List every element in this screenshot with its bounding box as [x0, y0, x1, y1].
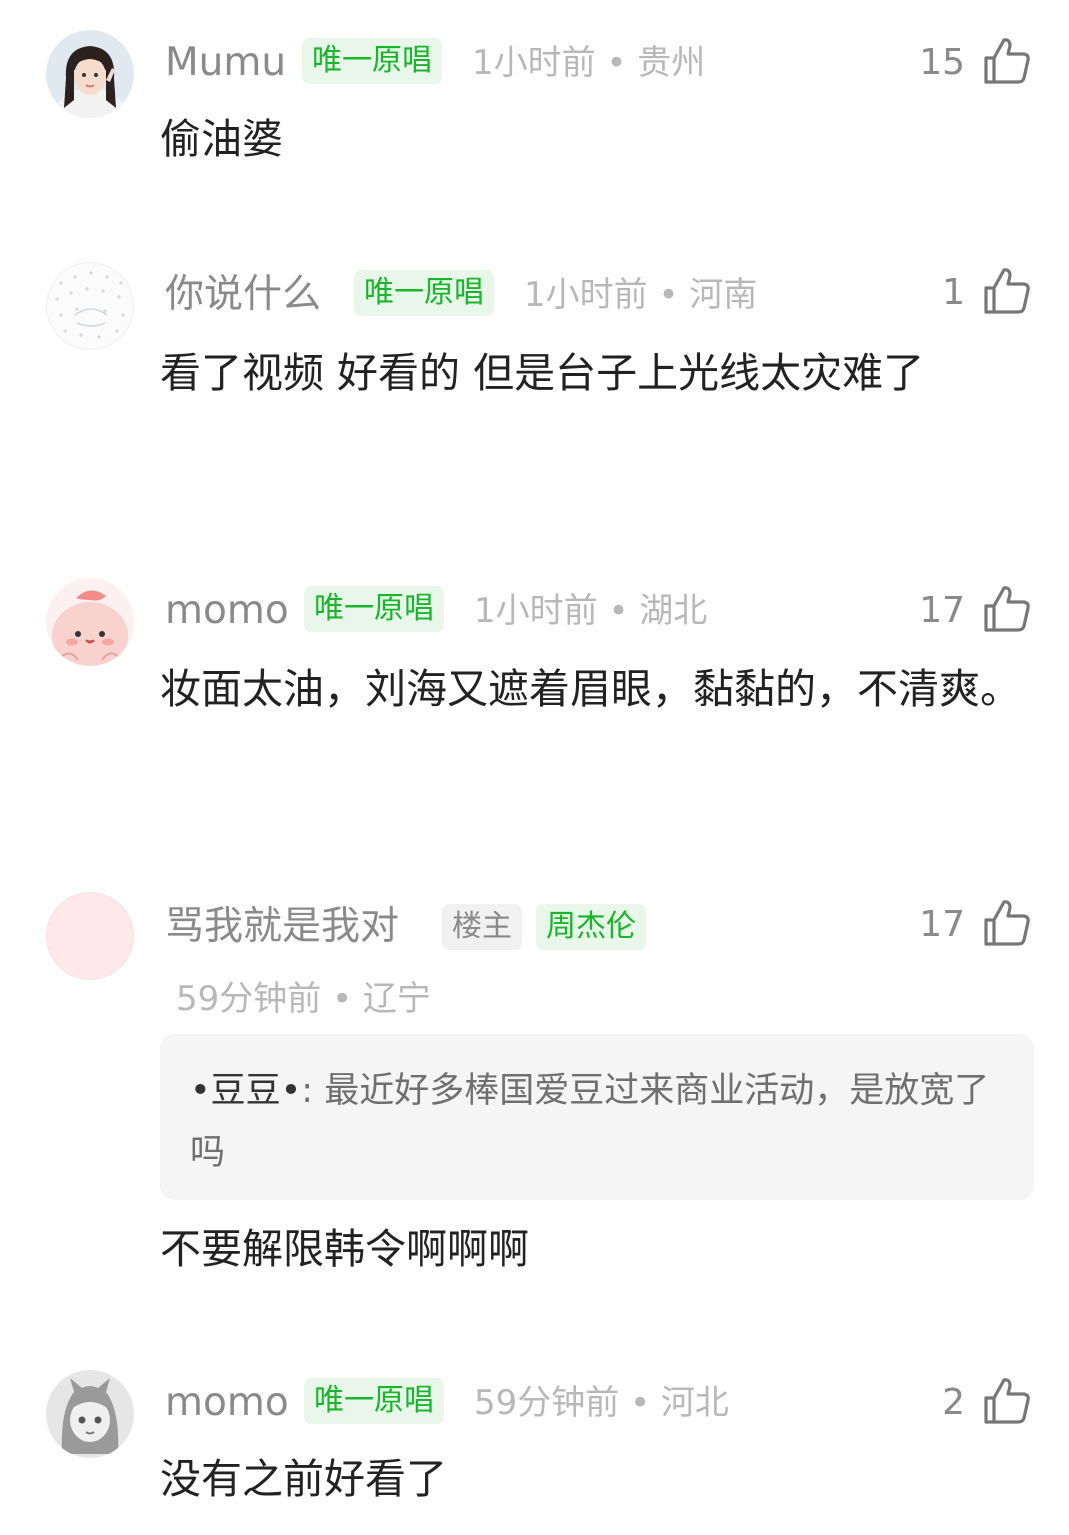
gray-cartoon-avatar-icon [46, 1370, 134, 1458]
username[interactable]: momo [165, 1378, 289, 1428]
user-avatar[interactable] [46, 1370, 134, 1458]
pink-cartoon-avatar-icon [46, 578, 134, 666]
comment-text: 没有之前好看了 [160, 1455, 447, 1503]
dotted-pattern-avatar-icon [47, 263, 133, 349]
badge-unique-singer: 唯一原唱 [302, 38, 442, 84]
thumbs-up-icon[interactable] [982, 266, 1032, 316]
badge-fan-title: 周杰伦 [536, 904, 646, 950]
quoted-text: : 最近好多棒国爱豆过来商业活动，是放宽了吗 [190, 1071, 990, 1173]
thumbs-up-icon[interactable] [982, 584, 1032, 634]
badge-unique-singer: 唯一原唱 [304, 586, 444, 632]
comment-meta: 1小时前 • 河南 [524, 275, 758, 315]
badge-unique-singer: 唯一原唱 [304, 1378, 444, 1424]
thumbs-up-icon[interactable] [982, 898, 1032, 948]
comment-text: 看了视频 好看的 但是台子上光线太灾难了 [160, 349, 925, 397]
comment-item: Mumu 唯一原唱 1小时前 • 贵州 15 偷油婆 [0, 0, 1069, 220]
comment-text: 不要解限韩令啊啊啊 [160, 1225, 529, 1273]
comment-meta: 59分钟前 • 辽宁 [176, 979, 431, 1019]
user-avatar[interactable] [46, 892, 134, 980]
username[interactable]: 骂我就是我对 [165, 902, 399, 952]
comment-meta: 1小时前 • 贵州 [472, 43, 706, 83]
quoted-username: •豆豆• [190, 1071, 302, 1111]
thumbs-up-icon[interactable] [982, 1376, 1032, 1426]
like-count: 1 [942, 272, 965, 313]
badge-thread-owner: 楼主 [442, 904, 522, 950]
like-count: 17 [919, 590, 965, 631]
user-avatar[interactable] [46, 578, 134, 666]
thumbs-up-icon[interactable] [982, 36, 1032, 86]
badge-unique-singer: 唯一原唱 [354, 270, 494, 316]
username[interactable]: 你说什么 [165, 270, 321, 320]
username[interactable]: momo [165, 586, 289, 636]
username[interactable]: Mumu [165, 38, 286, 88]
comment-text: 偷油婆 [160, 115, 283, 163]
user-avatar[interactable] [46, 30, 134, 118]
comment-meta: 1小时前 • 湖北 [474, 591, 708, 631]
comment-text: 妆面太油，刘海又遮着眉眼，黏黏的，不清爽。 [160, 665, 1021, 713]
like-count: 2 [942, 1382, 965, 1423]
like-count: 17 [919, 904, 965, 945]
girl-photo-avatar-icon [46, 30, 134, 118]
comment-meta: 59分钟前 • 河北 [474, 1383, 729, 1423]
quoted-reply[interactable]: •豆豆•: 最近好多棒国爱豆过来商业活动，是放宽了吗 [160, 1034, 1034, 1200]
user-avatar[interactable] [46, 262, 134, 350]
like-count: 15 [919, 42, 965, 83]
